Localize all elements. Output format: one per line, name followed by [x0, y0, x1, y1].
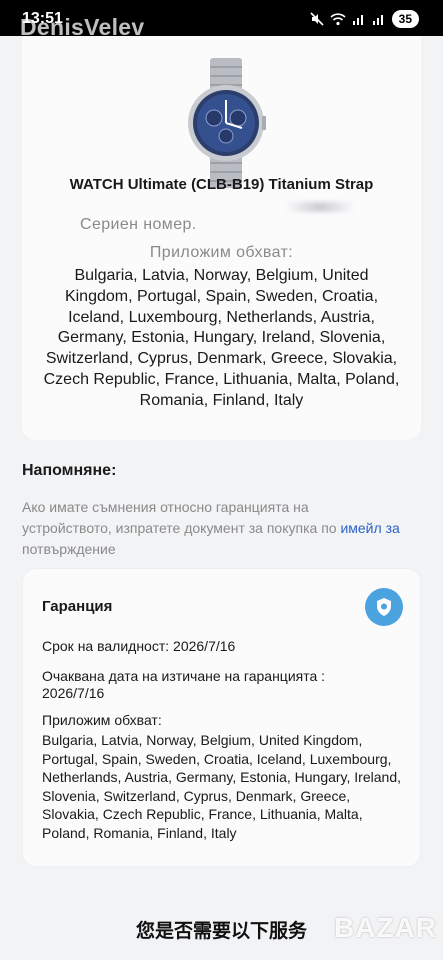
email-link[interactable]: имейл за — [340, 520, 399, 536]
validity-line: Срок на валидност: 2026/7/16 — [42, 638, 236, 654]
reminder-text-before: Ако имате съмнения относно гаранцията на… — [22, 499, 341, 536]
expected-expiry-label: Очаквана дата на изтичане на гаранцията … — [42, 668, 326, 684]
wifi-icon — [330, 13, 346, 26]
serial-redaction — [285, 202, 355, 212]
reminder-text: Ако имате съмнения относно гаранцията на… — [22, 497, 402, 560]
reminder-title: Напомняне: — [22, 462, 117, 479]
expected-expiry-date: 2026/7/16 — [42, 685, 105, 701]
watch-image — [188, 58, 266, 188]
product-name: WATCH Ultimate (CLB-B19) Titanium Strap — [69, 176, 374, 193]
coverage-countries: Bulgaria, Latvia, Norway, Belgium, Unite… — [43, 267, 400, 409]
signal-icon — [352, 15, 363, 25]
warranty-coverage-countries: Bulgaria, Latvia, Norway, Belgium, Unite… — [42, 732, 401, 841]
serial-label: Сериен номер. — [80, 216, 197, 233]
battery-icon: 35 — [391, 10, 419, 28]
warranty-coverage-label: Приложим обхват: — [42, 712, 162, 728]
shield-icon — [365, 588, 403, 626]
warranty-card: Гаранция Срок на валидност: 2026/7/16 Оч… — [22, 568, 421, 867]
coverage-label: Приложим обхват: — [149, 244, 294, 261]
product-card: WATCH Ultimate (CLB-B19) Titanium Strap … — [22, 36, 421, 440]
status-bar: 13:51 DenisVelev 35 — [0, 0, 443, 40]
signal-icon — [372, 15, 383, 25]
status-icons: 35 — [310, 10, 419, 28]
reminder-text-after: потвърждение — [22, 541, 116, 557]
watermark-username: DenisVelev — [20, 14, 145, 40]
warranty-title: Гаранция — [42, 598, 113, 615]
mute-icon — [310, 12, 324, 26]
bazar-logo: BAZAR — [334, 912, 437, 943]
